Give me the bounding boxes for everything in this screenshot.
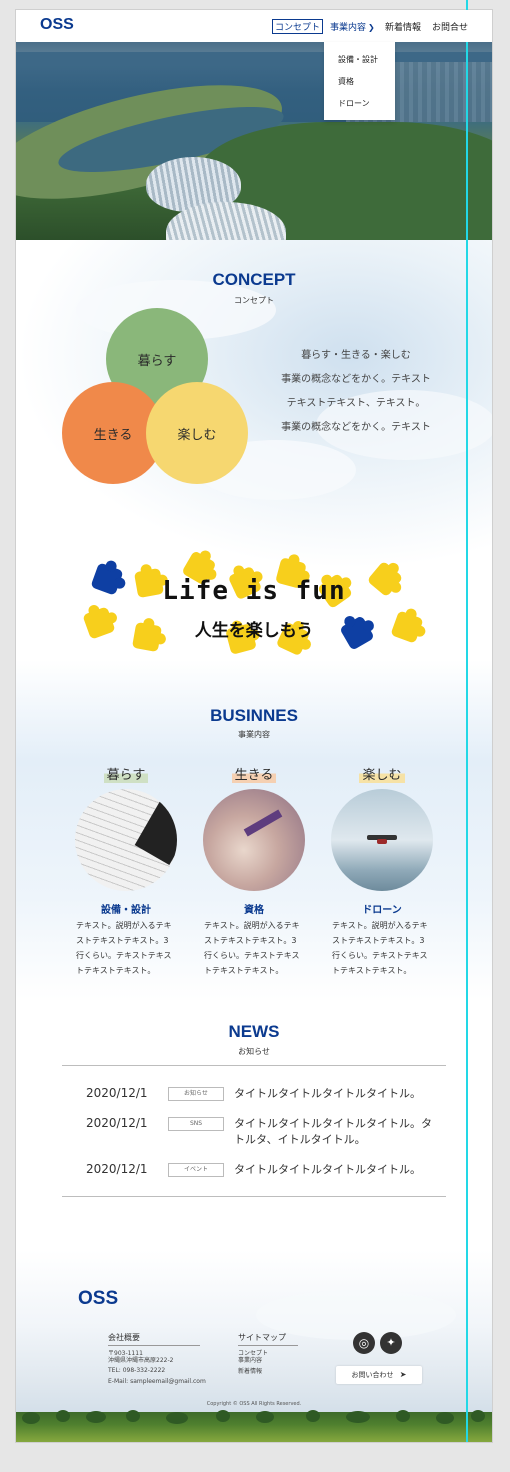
copyright: Copyright © OSS All Rights Reserved. (206, 1401, 302, 1407)
lifeisfun-title: Life is fun (162, 576, 346, 606)
site-logo[interactable]: OSS (40, 16, 74, 34)
dropdown-item-drone[interactable]: ドローン (338, 98, 370, 109)
blueprint-image (75, 789, 177, 891)
news-tag: SNS (168, 1117, 224, 1131)
footer-sitemap-link[interactable]: 新着情報 (238, 1368, 262, 1376)
footer-logo[interactable]: OSS (78, 1288, 118, 1310)
layout-guide-line (466, 0, 468, 1442)
business-card-name: ドローン (362, 905, 402, 916)
circle-tanoshimu: 楽しむ (146, 382, 248, 484)
footer-company-head: 会社概要 (108, 1333, 140, 1342)
concept-text: 暮らす・生きる・楽しむ 事業の概念などをかく。テキスト テキストテキスト、テキス… (271, 344, 441, 440)
concept-title: CONCEPT (212, 270, 296, 289)
news-tag: お知らせ (168, 1087, 224, 1101)
concept-line: 暮らす・生きる・楽しむ (301, 350, 411, 361)
news-date: 2020/12/1 (86, 1116, 148, 1130)
business-subtitle: 事業内容 (238, 730, 270, 739)
send-icon: ➤ (399, 1370, 407, 1379)
business-title: BUSINNES (210, 706, 298, 725)
nav-contact[interactable]: お問合せ (432, 20, 468, 33)
page: OSS コンセプト 事業内容 ❯ 新着情報 お問合せ 設備・設計 資格 ドローン … (16, 10, 492, 1442)
business-card-head: 生きる (231, 764, 277, 783)
news-date: 2020/12/1 (86, 1162, 148, 1176)
instagram-icon[interactable]: ◎ (353, 1332, 375, 1354)
news-item-title: タイトルタイトルタイトルタイトル。タトルタ、イトルタイトル。 (234, 1117, 432, 1146)
news-divider-bottom (62, 1196, 446, 1197)
news-date: 2020/12/1 (86, 1086, 148, 1100)
news-title: NEWS (228, 1022, 280, 1041)
news-tag: イベント (168, 1163, 224, 1177)
news-item-title: タイトルタイトルタイトルタイトル。 (234, 1163, 421, 1176)
lifeisfun-subtitle: 人生を楽しもう (194, 621, 314, 641)
business-card-name: 設備・設計 (101, 905, 151, 916)
footer-sitemap-link[interactable]: 事業内容 (238, 1357, 262, 1365)
dropdown-item-facility[interactable]: 設備・設計 (338, 54, 378, 65)
footer-sitemap-head: サイトマップ (238, 1333, 286, 1342)
concept-line: 事業の概念などをかく。テキスト (281, 422, 431, 433)
business-card-name: 資格 (244, 905, 264, 916)
twitter-icon[interactable]: ✦ (380, 1332, 402, 1354)
concept-line: 事業の概念などをかく。テキスト (281, 374, 431, 385)
business-card[interactable]: 楽しむ ドローン テキスト。説明が入るテキストテキストテキスト。3行くらい。テキ… (324, 764, 440, 978)
business-card-head: 暮らす (103, 764, 149, 783)
footer-grass-image (16, 1410, 492, 1442)
news-divider-top (62, 1065, 446, 1066)
business-card-head: 楽しむ (359, 764, 405, 783)
nav-business[interactable]: 事業内容 ❯ (330, 20, 375, 33)
contact-button[interactable]: お問い合わせ ➤ (336, 1366, 422, 1384)
concept-subtitle: コンセプト (234, 296, 274, 305)
business-card-desc: テキスト。説明が入るテキストテキストテキスト。3行くらい。テキストテキストテキス… (204, 921, 300, 975)
business-card[interactable]: 暮らす 設備・設計 テキスト。説明が入るテキストテキストテキスト。3行くらい。テ… (68, 764, 184, 978)
hero-image (16, 42, 492, 240)
drone-image (331, 789, 433, 891)
chevron-down-icon: ❯ (368, 23, 375, 32)
nav-news[interactable]: 新着情報 (385, 20, 421, 33)
dropdown-item-license[interactable]: 資格 (338, 76, 354, 87)
business-card[interactable]: 生きる 資格 テキスト。説明が入るテキストテキストテキスト。3行くらい。テキスト… (196, 764, 312, 978)
business-dropdown: 設備・設計 資格 ドローン (324, 42, 395, 120)
footer-tel: TEL: 098-332-2222 (108, 1367, 166, 1374)
nav-concept[interactable]: コンセプト (272, 19, 324, 34)
business-card-desc: テキスト。説明が入るテキストテキストテキスト。3行くらい。テキストテキストテキス… (76, 921, 172, 975)
contact-button-label: お問い合わせ (351, 1371, 394, 1379)
business-card-desc: テキスト。説明が入るテキストテキストテキスト。3行くらい。テキストテキストテキス… (332, 921, 428, 975)
concept-line: テキストテキスト、テキスト。 (286, 398, 426, 409)
nav-business-label: 事業内容 (330, 23, 367, 33)
site-header: OSS コンセプト 事業内容 ❯ 新着情報 お問合せ (16, 10, 492, 42)
news-item-title: タイトルタイトルタイトルタイトル。 (234, 1087, 421, 1100)
news-subtitle: お知らせ (238, 1047, 270, 1056)
footer-email: E-Mail: sampleemail@gmail.com (108, 1378, 206, 1385)
footer-address: 沖縄県沖縄市高原222-2 (108, 1357, 174, 1364)
study-image (203, 789, 305, 891)
